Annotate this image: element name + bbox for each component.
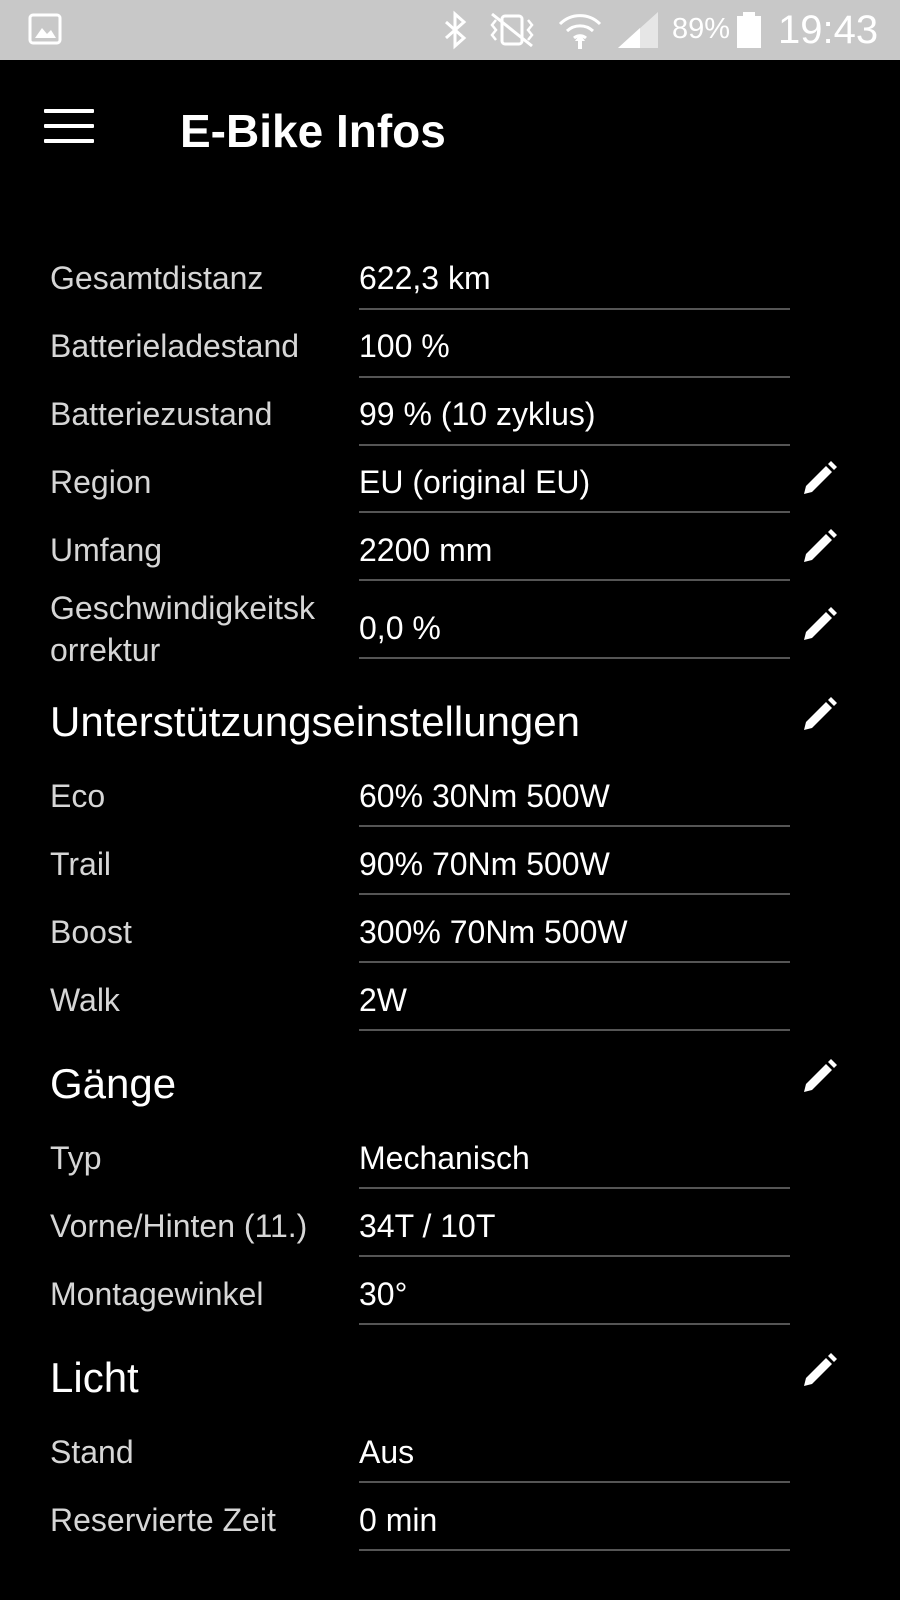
label-typ: Typ: [50, 1140, 102, 1176]
field-underline: [359, 657, 790, 659]
section-title-licht: Licht: [50, 1354, 139, 1401]
field-underline: [359, 961, 790, 963]
clock: 19:43: [778, 8, 879, 52]
value-geschwindigkeitskorrektur: 0,0 %: [359, 610, 441, 646]
value-eco: 60% 30Nm 500W: [359, 778, 610, 814]
label-trail: Trail: [50, 846, 112, 882]
label-umfang: Umfang: [50, 532, 163, 568]
value-boost: 300% 70Nm 500W: [359, 914, 628, 950]
gallery-icon: [28, 13, 62, 45]
label-walk: Walk: [50, 982, 120, 1018]
label-eco: Eco: [50, 778, 106, 814]
hamburger-menu-icon[interactable]: [44, 109, 94, 149]
value-stand: Aus: [359, 1434, 415, 1470]
field-underline: [359, 1549, 790, 1551]
field-underline: [359, 444, 790, 446]
label-boost: Boost: [50, 914, 132, 950]
signal-icon: [618, 12, 658, 48]
battery-icon: [737, 12, 761, 48]
field-underline: [359, 1481, 790, 1483]
value-vorne-hinten: 34T / 10T: [359, 1208, 496, 1244]
label-geschwindigkeitskorrektur-line1: Geschwindigkeitsk: [50, 590, 315, 626]
label-vorne-hinten: Vorne/Hinten (11.): [50, 1208, 308, 1244]
label-region: Region: [50, 464, 152, 500]
battery-percent: 89%: [672, 13, 731, 45]
edit-region-pencil-icon[interactable]: [800, 460, 838, 498]
edit-unterstuetzung-pencil-icon[interactable]: [800, 696, 838, 734]
field-underline: [359, 893, 790, 895]
value-umfang: 2200 mm: [359, 532, 493, 568]
field-underline: [359, 1029, 790, 1031]
value-region: EU (original EU): [359, 464, 591, 500]
label-batterieladestand: Batterieladestand: [50, 328, 300, 364]
field-underline: [359, 308, 790, 310]
label-montagewinkel: Montagewinkel: [50, 1276, 264, 1312]
field-underline: [359, 511, 790, 513]
page-title: E-Bike Infos: [180, 105, 446, 157]
value-batterieladestand: 100 %: [359, 328, 450, 364]
label-geschwindigkeitskorrektur-line2: orrektur: [50, 632, 161, 668]
section-title-gaenge: Gänge: [50, 1060, 177, 1107]
wifi-icon: [558, 14, 602, 49]
edit-geschwindigkeitskorrektur-pencil-icon[interactable]: [800, 606, 838, 644]
field-underline: [359, 579, 790, 581]
edit-licht-pencil-icon[interactable]: [800, 1352, 838, 1390]
label-stand: Stand: [50, 1434, 134, 1470]
edit-umfang-pencil-icon[interactable]: [800, 528, 838, 566]
value-gesamtdistanz: 622,3 km: [359, 260, 491, 296]
field-underline: [359, 1255, 790, 1257]
value-walk: 2W: [359, 982, 407, 1018]
value-trail: 90% 70Nm 500W: [359, 846, 610, 882]
bluetooth-icon: [445, 10, 467, 50]
field-underline: [359, 1323, 790, 1325]
value-typ: Mechanisch: [359, 1140, 530, 1176]
label-gesamtdistanz: Gesamtdistanz: [50, 260, 264, 296]
field-underline: [359, 1187, 790, 1189]
vibrate-icon: [490, 12, 534, 48]
value-batteriezustand: 99 % (10 zyklus): [359, 396, 596, 432]
app-bar: E-Bike Infos: [0, 60, 900, 200]
label-batteriezustand: Batteriezustand: [50, 396, 273, 432]
field-underline: [359, 376, 790, 378]
edit-gaenge-pencil-icon[interactable]: [800, 1058, 838, 1096]
section-title-unterstuetzung: Unterstützungseinstellungen: [50, 698, 581, 745]
status-bar: 89% 19:43: [0, 0, 900, 60]
label-reservierte-zeit: Reservierte Zeit: [50, 1502, 276, 1538]
field-underline: [359, 825, 790, 827]
value-montagewinkel: 30°: [359, 1276, 408, 1312]
value-reservierte-zeit: 0 min: [359, 1502, 438, 1538]
